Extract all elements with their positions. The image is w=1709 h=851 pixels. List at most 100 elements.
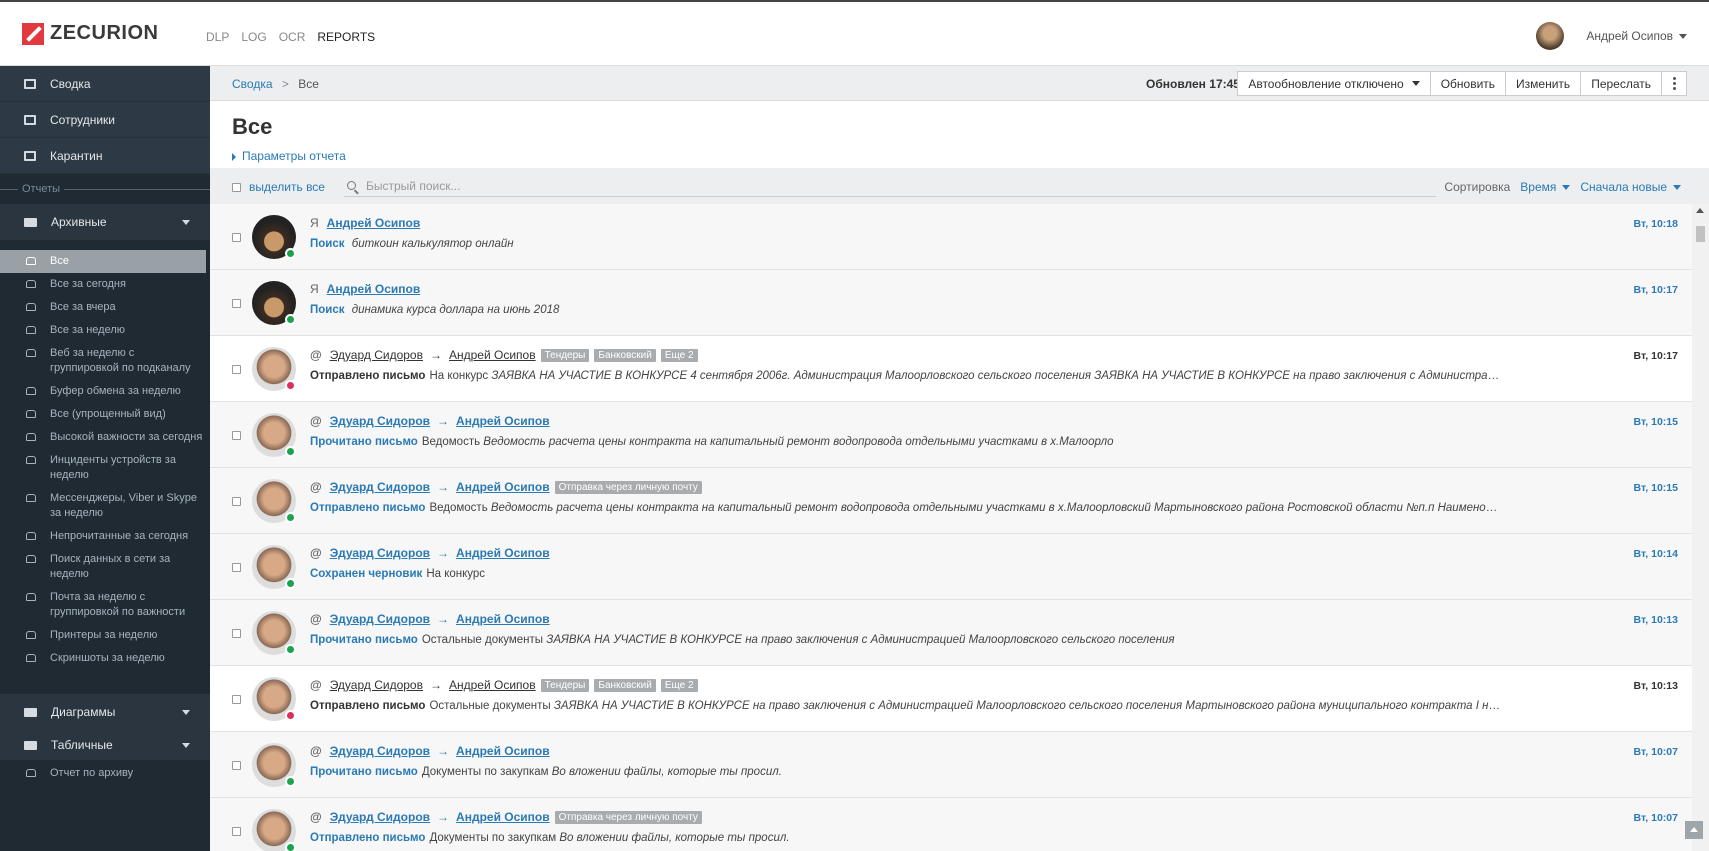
sender-link[interactable]: Эдуард Сидоров — [330, 414, 430, 428]
folder-diagrams[interactable]: Диаграммы — [0, 694, 210, 730]
event-description[interactable]: Поиск динамика курса доллара на июнь 201… — [310, 304, 1500, 316]
sender-link[interactable]: Эдуард Сидоров — [330, 678, 423, 692]
report-item[interactable]: Высокой важности за сегодня — [0, 426, 210, 449]
event-tag[interactable]: Банковский — [594, 678, 656, 692]
zecurion-logo[interactable]: ZECURION — [22, 22, 158, 45]
recipient-link[interactable]: Андрей Осипов — [456, 744, 550, 758]
forward-button[interactable]: Переслать — [1580, 71, 1662, 96]
row-checkbox[interactable] — [232, 497, 241, 506]
row-checkbox[interactable] — [232, 365, 241, 374]
report-item[interactable]: Принтеры за неделю — [0, 624, 210, 647]
table-row[interactable]: @ Эдуард Сидоров → Андрей Осипов Отправка че… — [210, 468, 1692, 534]
sidebar-item-employees[interactable]: Сотрудники — [0, 102, 210, 138]
row-checkbox[interactable] — [232, 629, 241, 638]
event-description[interactable]: Отправлено письмо Ведомость Ведомость рас… — [310, 502, 1500, 514]
report-item[interactable]: Буфер обмена за неделю — [0, 380, 210, 403]
table-row[interactable]: Я Андрей Осипов Поиск биткоин калькулятор … — [210, 204, 1692, 270]
recipient-link[interactable]: Андрей Осипов — [449, 348, 536, 362]
recipient-link[interactable]: Андрей Осипов — [456, 480, 550, 494]
table-row[interactable]: @ Эдуард Сидоров → Андрей Осипов Тендеры Банк… — [210, 666, 1692, 732]
event-description[interactable]: Сохранен черновик На конкурс — [310, 568, 1500, 580]
sidebar-item-summary[interactable]: Сводка — [0, 66, 210, 102]
event-description[interactable]: Отправлено письмо Документы по закупкам В… — [310, 832, 1500, 844]
recipient-link[interactable]: Андрей Осипов — [456, 612, 550, 626]
report-item[interactable]: Все (упрощенный вид) — [0, 403, 210, 426]
table-row[interactable]: @ Эдуард Сидоров → Андрей Осипов Тендеры Банк… — [210, 336, 1692, 402]
scroll-to-top-button[interactable] — [1685, 821, 1703, 839]
row-checkbox[interactable] — [232, 827, 241, 836]
report-item[interactable]: Почта за неделю с группировкой по важнос… — [0, 586, 210, 624]
sender-link[interactable]: Эдуард Сидоров — [330, 744, 430, 758]
recipient-link[interactable]: Андрей Осипов — [449, 678, 536, 692]
row-checkbox[interactable] — [232, 233, 241, 242]
event-description[interactable]: Поиск биткоин калькулятор онлайн — [310, 238, 1500, 250]
nav-dlp[interactable]: DLP — [206, 30, 229, 44]
sender-link[interactable]: Андрей Осипов — [327, 216, 421, 230]
nav-log[interactable]: LOG — [241, 30, 266, 44]
table-row[interactable]: @ Эдуард Сидоров → Андрей Осипов Отправка че… — [210, 798, 1692, 851]
event-description[interactable]: Отправлено письмо Остальные документы ЗАЯ… — [310, 700, 1500, 712]
nav-reports[interactable]: REPORTS — [317, 30, 375, 44]
event-description[interactable]: Прочитано письмо Остальные документы ЗАЯВ… — [310, 634, 1500, 646]
sender-link[interactable]: Андрей Осипов — [327, 282, 421, 296]
row-checkbox[interactable] — [232, 695, 241, 704]
table-row[interactable]: @ Эдуард Сидоров → Андрей Осипов Прочитано п… — [210, 600, 1692, 666]
report-item[interactable]: Все за неделю — [0, 319, 210, 342]
scroll-up-icon[interactable] — [1696, 208, 1704, 213]
sender-link[interactable]: Эдуард Сидоров — [330, 612, 430, 626]
row-checkbox[interactable] — [232, 563, 241, 572]
sort-order-dropdown[interactable]: Сначала новые — [1580, 180, 1681, 194]
breadcrumb-summary-link[interactable]: Сводка — [232, 77, 273, 91]
event-tag[interactable]: Тендеры — [540, 678, 590, 692]
nav-ocr[interactable]: OCR — [279, 30, 306, 44]
report-item[interactable]: Поиск данных в сети за неделю — [0, 548, 210, 586]
search-input[interactable] — [366, 178, 1366, 193]
row-checkbox[interactable] — [232, 431, 241, 440]
sender-link[interactable]: Эдуард Сидоров — [330, 546, 430, 560]
sidebar-item-quarantine[interactable]: Карантин — [0, 138, 210, 174]
report-item[interactable]: Все — [0, 250, 206, 273]
sender-link[interactable]: Эдуард Сидоров — [330, 480, 430, 494]
event-description[interactable]: Прочитано письмо Документы по закупкам Во… — [310, 766, 1500, 778]
event-tag[interactable]: Тендеры — [540, 348, 590, 362]
folder-archive[interactable]: Архивные — [0, 204, 210, 240]
edit-button[interactable]: Изменить — [1505, 71, 1582, 96]
report-item[interactable]: Веб за неделю с группировкой по подканал… — [0, 342, 210, 380]
event-tag[interactable]: Отправка через личную почту — [554, 480, 702, 494]
table-row[interactable]: @ Эдуард Сидоров → Андрей Осипов Сохранен че… — [210, 534, 1692, 600]
recipient-link[interactable]: Андрей Осипов — [456, 414, 550, 428]
report-item[interactable]: Мессенджеры, Viber и Skype за неделю — [0, 487, 210, 525]
report-item[interactable]: Отчет по архиву — [0, 760, 210, 785]
report-params-link[interactable]: Параметры отчета — [232, 149, 346, 163]
user-menu[interactable]: Андрей Осипов — [1536, 22, 1687, 50]
event-tag[interactable]: Еще 2 — [660, 348, 698, 362]
more-button[interactable] — [1661, 71, 1687, 96]
table-row[interactable]: Я Андрей Осипов Поиск динамика курса долла… — [210, 270, 1692, 336]
report-item[interactable]: Все за вчера — [0, 296, 210, 319]
folder-tables[interactable]: Табличные — [0, 730, 210, 760]
list-scrollbar[interactable] — [1692, 204, 1709, 851]
refresh-button[interactable]: Обновить — [1429, 71, 1507, 96]
event-tag[interactable]: Еще 2 — [660, 678, 698, 692]
report-item[interactable]: Все за сегодня — [0, 273, 210, 296]
table-row[interactable]: @ Эдуард Сидоров → Андрей Осипов Прочитано п… — [210, 402, 1692, 468]
report-item[interactable]: Непрочитанные за сегодня — [0, 525, 210, 548]
autoupdate-dropdown[interactable]: Автообновление отключено — [1237, 71, 1431, 96]
event-tag[interactable]: Отправка через личную почту — [554, 810, 702, 824]
sender-link[interactable]: Эдуард Сидоров — [330, 810, 430, 824]
event-tag[interactable]: Банковский — [594, 348, 656, 362]
row-checkbox[interactable] — [232, 299, 241, 308]
report-item[interactable]: Инциденты устройств за неделю — [0, 449, 210, 487]
report-item[interactable]: Скриншоты за неделю — [0, 647, 210, 670]
table-row[interactable]: @ Эдуард Сидоров → Андрей Осипов Прочитано п… — [210, 732, 1692, 798]
sender-link[interactable]: Эдуард Сидоров — [330, 348, 423, 362]
select-all-checkbox[interactable] — [232, 182, 241, 192]
scrollbar-thumb[interactable] — [1696, 226, 1705, 242]
recipient-link[interactable]: Андрей Осипов — [456, 546, 550, 560]
event-description[interactable]: Отправлено письмо На конкурс ЗАЯВКА НА УЧ… — [310, 370, 1500, 382]
select-all[interactable]: выделить все — [232, 180, 325, 194]
recipient-link[interactable]: Андрей Осипов — [456, 810, 550, 824]
event-description[interactable]: Прочитано письмо Ведомость Ведомость расч… — [310, 436, 1500, 448]
row-checkbox[interactable] — [232, 761, 241, 770]
sort-field-dropdown[interactable]: Время — [1520, 180, 1571, 194]
